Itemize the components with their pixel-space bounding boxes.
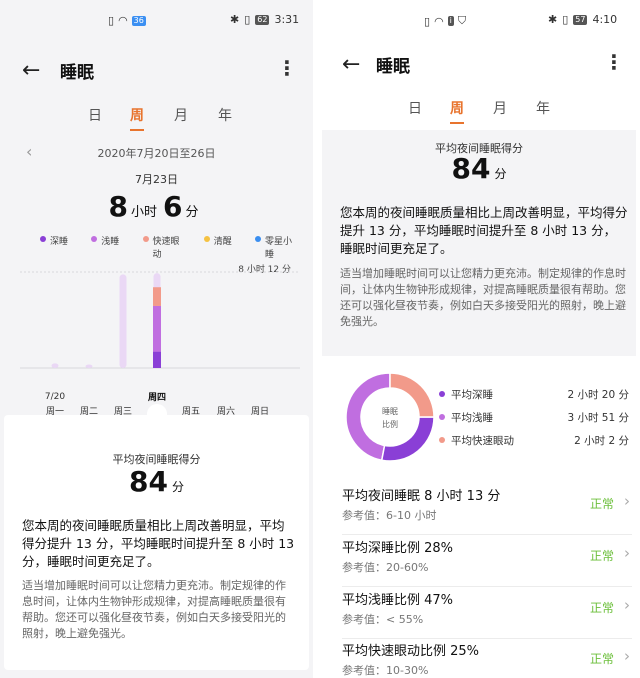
- legend-dot: [439, 437, 445, 443]
- tab-year[interactable]: 年: [218, 105, 232, 129]
- weekly-sleep-chart[interactable]: 8 小时 12 分 周一 7/20 周二 周三 周四 周五 周六 周日: [0, 258, 313, 418]
- status-badge: 正常: [589, 497, 614, 511]
- chart-segment-深睡[interactable]: [153, 351, 161, 368]
- period-tabs: 日 周 月 年: [0, 105, 313, 135]
- legend-dot: [439, 414, 445, 420]
- legend-dot: [40, 236, 46, 242]
- chart-segment-快速眼动[interactable]: [153, 287, 161, 306]
- bluetooth-icon: ✱: [230, 13, 240, 26]
- ratio-row-deep: 平均深睡 2 小时 20 分: [439, 387, 629, 403]
- chevron-right-icon: ›: [624, 596, 630, 614]
- legend-item-rem: 快速眼动: [142, 234, 181, 260]
- score-card: 平均夜间睡眠得分 84 分 您本周的夜间睡眠质量相比上周改善明显，平均得分提升 1…: [322, 130, 636, 356]
- back-arrow-icon[interactable]: ←: [22, 58, 40, 83]
- status-time: 3:31: [274, 13, 300, 26]
- chart-bar-周三[interactable]: [119, 274, 127, 368]
- page-title: 睡眠: [60, 63, 94, 83]
- bluetooth-icon: ✱: [548, 13, 558, 26]
- status-icons-right: ✱ ▯ 62 3:31: [230, 13, 299, 26]
- tab-day[interactable]: 日: [408, 98, 422, 122]
- more-menu-icon[interactable]: ⋮: [604, 50, 624, 74]
- app-bar: ← 睡眠 ⋮: [0, 50, 313, 90]
- chevron-right-icon: ›: [624, 544, 630, 562]
- wifi-icon: ◠: [118, 14, 128, 27]
- sim-icon: ▯: [108, 14, 115, 27]
- status-bar: ▯ ◠ i ⛉ ✱ ▯ 57 4:10: [320, 0, 640, 34]
- donut-center-label: 睡眠: [382, 407, 398, 416]
- status-time: 4:10: [592, 13, 618, 26]
- duration-minutes-unit: 分: [185, 205, 199, 220]
- chart-bar-周二[interactable]: [85, 364, 93, 368]
- status-icons-center: ▯ ◠ i ⛉: [424, 14, 466, 28]
- chart-x-label-周四[interactable]: 周四: [142, 390, 172, 403]
- score-card: 平均夜间睡眠得分 84 分 您本周的夜间睡眠质量相比上周改善明显，平均得分提升 1…: [4, 415, 309, 670]
- chevron-right-icon: ›: [624, 647, 630, 665]
- status-badge: 正常: [589, 549, 614, 563]
- battery-icon: 57: [573, 14, 588, 25]
- duration-hours-unit: 小时: [130, 205, 157, 220]
- status-badge: 正常: [589, 652, 614, 666]
- tab-month[interactable]: 月: [174, 105, 188, 129]
- status-badge: 正常: [589, 601, 614, 615]
- app-bar: ← 睡眠 ⋮: [320, 44, 640, 84]
- summary-text: 您本周的夜间睡眠质量相比上周改善明显，平均得分提升 13 分，平均睡眠时间提升至…: [340, 205, 628, 256]
- chevron-right-icon: ›: [624, 492, 630, 510]
- network-badge: 36: [131, 15, 146, 26]
- legend-dot: [439, 391, 445, 397]
- back-arrow-icon[interactable]: ←: [342, 52, 360, 77]
- legend-dot: [203, 236, 210, 242]
- tab-year[interactable]: 年: [536, 98, 550, 122]
- legend-dot: [91, 236, 98, 242]
- legend-dot: [142, 236, 149, 242]
- legend-dot: [254, 236, 261, 242]
- summary-text: 您本周的夜间睡眠质量相比上周改善明显，平均得分提升 13 分，平均睡眠时间提升至…: [22, 518, 295, 569]
- donut-center-label: 比例: [382, 419, 398, 429]
- sleep-duration: 8 小时 6 分: [0, 190, 313, 223]
- metric-row-light-ratio[interactable]: 平均浅睡比例 47% 参考值：< 55% 正常 ›: [342, 589, 632, 639]
- chart-bar-周一[interactable]: [51, 363, 59, 368]
- legend-item-light: 浅睡: [91, 234, 119, 260]
- metric-row-deep-ratio[interactable]: 平均深睡比例 28% 参考值：20-60% 正常 ›: [342, 537, 632, 587]
- date-range: 2020年7月20日至26日: [97, 147, 216, 160]
- status-icons-center: ▯ ◠ 36: [108, 14, 146, 27]
- donut-slice-平均浅睡: [345, 372, 391, 462]
- wifi-icon: ◠: [434, 14, 444, 28]
- advice-text: 适当增加睡眠时间可以让您精力更充沛。制定规律的作息时间，让体内生物钟形成规律，对…: [22, 579, 286, 640]
- tab-week[interactable]: 周: [450, 98, 464, 124]
- sim-icon: ▯: [424, 14, 431, 28]
- battery-icon: 62: [255, 14, 270, 25]
- shield-icon: ⛉: [457, 14, 467, 27]
- screen-divider: [313, 0, 320, 678]
- tab-month[interactable]: 月: [493, 98, 507, 122]
- period-tabs: 日 周 月 年: [320, 98, 640, 128]
- metric-row-avg-sleep[interactable]: 平均夜间睡眠 8 小时 13 分 参考值：6-10 小时 正常 ›: [342, 485, 632, 535]
- more-menu-icon[interactable]: ⋮: [277, 56, 297, 80]
- ratio-row-light: 平均浅睡 3 小时 51 分: [439, 410, 629, 426]
- score-value: 84 分: [129, 465, 184, 498]
- status-icons-right: ✱ ▯ 57 4:10: [548, 13, 617, 26]
- left-screen: ▯ ◠ 36 ✱ ▯ 62 3:31 ← 睡眠 ⋮ 日 周 月 年 ‹ 2020…: [0, 0, 313, 678]
- score-value: 84 分: [451, 152, 507, 185]
- tab-week[interactable]: 周: [130, 105, 144, 131]
- metric-row-rem-ratio[interactable]: 平均快速眼动比例 25% 参考值：10-30% 正常 ›: [342, 640, 632, 678]
- sleep-ratio-donut: 睡眠 比例: [345, 372, 435, 462]
- legend-item-deep: 深睡: [40, 234, 68, 260]
- vibrate-icon: ▯: [562, 13, 569, 26]
- right-screen: ▯ ◠ i ⛉ ✱ ▯ 57 4:10 ← 睡眠 ⋮ 日 周 月 年 平均夜间睡…: [320, 0, 640, 678]
- advice-text: 适当增加睡眠时间可以让您精力更充沛。制定规律的作息时间，让体内生物钟形成规律，对…: [340, 267, 626, 328]
- sleep-legend: 深睡 浅睡 快速眼动 清醒 零星小睡: [40, 234, 293, 260]
- legend-item-nap: 零星小睡: [254, 234, 293, 260]
- chart-segment-浅睡[interactable]: [153, 305, 161, 352]
- ratio-row-rem: 平均快速眼动 2 小时 2 分: [439, 433, 629, 449]
- tab-day[interactable]: 日: [88, 105, 102, 129]
- duration-minutes: 6: [163, 190, 183, 223]
- page-title: 睡眠: [376, 57, 410, 77]
- selected-day: 7月23日: [135, 173, 178, 186]
- duration-hours: 8: [108, 190, 128, 223]
- status-bar: ▯ ◠ 36 ✱ ▯ 62 3:31: [0, 0, 313, 34]
- legend-item-awake: 清醒: [203, 234, 232, 260]
- vibrate-icon: ▯: [244, 13, 251, 26]
- notification-icon: i: [447, 16, 454, 26]
- chart-x-sublabel: 7/20: [44, 392, 66, 402]
